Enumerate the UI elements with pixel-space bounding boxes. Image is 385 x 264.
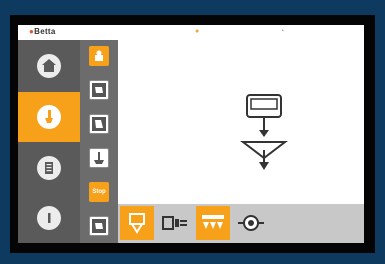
warning-icon: ●: [195, 28, 200, 35]
sidebar: [18, 40, 80, 243]
brand-name: Betta: [34, 27, 56, 36]
tool-diagram: [240, 94, 288, 170]
sidebar-item-home[interactable]: [18, 41, 80, 91]
tool-holder-icon[interactable]: [120, 206, 154, 240]
sidebar-item-list[interactable]: [18, 143, 80, 193]
top-bar: ●Betta ● ◔: [18, 25, 364, 41]
screen: ●Betta ● ◔ Stop: [18, 25, 364, 243]
home-icon: [37, 54, 61, 78]
info-icon: [37, 206, 61, 230]
tool-settings-icon[interactable]: [89, 46, 109, 66]
tool-extra-icon[interactable]: [89, 216, 109, 236]
sub-toolbar: Stop: [80, 40, 118, 243]
axis-icon[interactable]: [234, 206, 268, 240]
tool-icon: [37, 105, 61, 129]
main-canvas: [118, 40, 364, 204]
sidebar-item-info[interactable]: [18, 193, 80, 243]
brand-logo: ●Betta: [29, 27, 56, 36]
tool-position-icon[interactable]: [89, 148, 109, 168]
connector-icon[interactable]: [158, 206, 192, 240]
stop-button[interactable]: Stop: [89, 182, 109, 202]
info-icon: ◔: [280, 28, 285, 35]
bottom-toolbar: [118, 204, 364, 243]
list-icon: [37, 156, 61, 180]
sidebar-item-tool[interactable]: [18, 92, 80, 142]
multi-tool-icon[interactable]: [196, 206, 230, 240]
tool-change-icon[interactable]: [89, 114, 109, 134]
tool-measure-icon[interactable]: [89, 80, 109, 100]
